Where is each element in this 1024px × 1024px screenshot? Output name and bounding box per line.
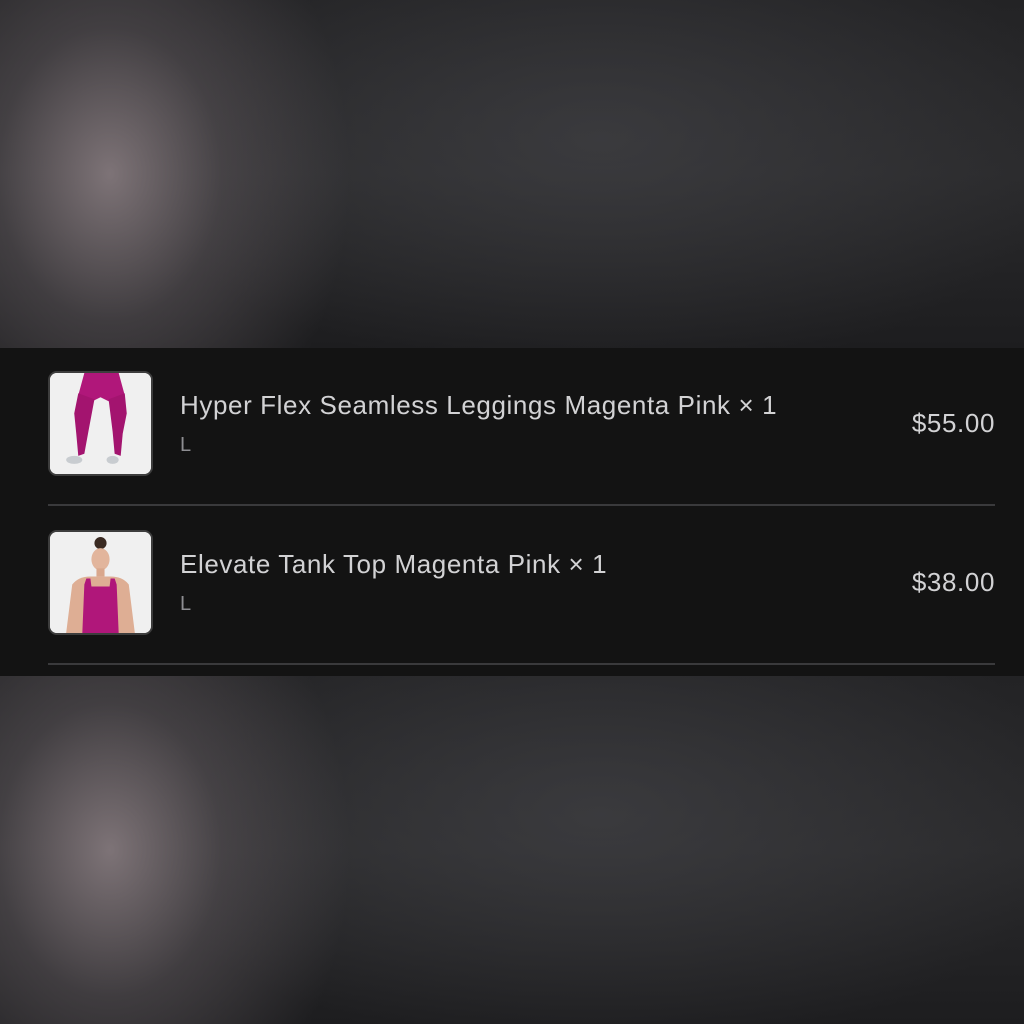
product-price: $38.00 (911, 567, 995, 597)
leggings-product-photo (50, 373, 151, 474)
tank-top-product-photo (50, 532, 151, 633)
cart-item[interactable]: Hyper Flex Seamless Leggings Magenta Pin… (48, 348, 995, 506)
leggings-product-image[interactable] (48, 371, 153, 476)
product-price: $55.00 (911, 408, 995, 438)
cart-item[interactable]: Elevate Tank Top Magenta Pink × 1 L $38.… (48, 507, 995, 665)
product-size: L (180, 434, 192, 456)
tank-top-product-image[interactable] (48, 530, 153, 635)
blurred-background-bottom (0, 676, 1024, 1024)
blurred-background-top (0, 0, 1024, 348)
product-size: L (180, 593, 192, 615)
product-title[interactable]: Hyper Flex Seamless Leggings Magenta Pin… (180, 390, 777, 421)
product-title[interactable]: Elevate Tank Top Magenta Pink × 1 (180, 549, 607, 580)
cart-item-list: Hyper Flex Seamless Leggings Magenta Pin… (0, 348, 1024, 676)
